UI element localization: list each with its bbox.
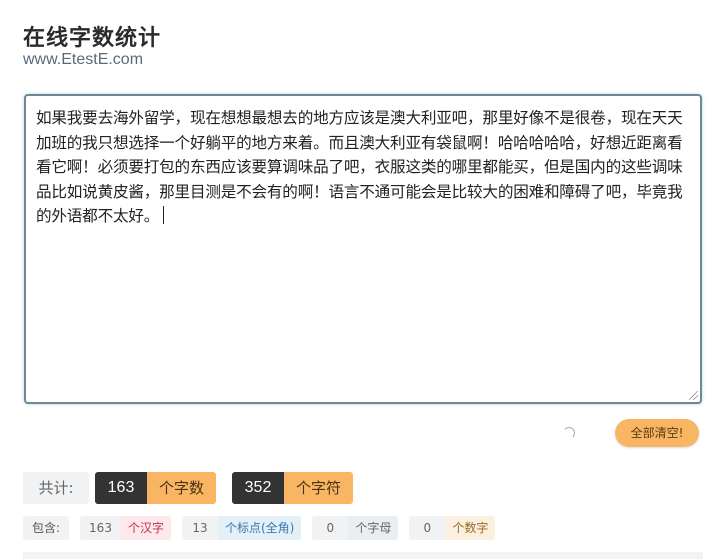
- char-count-stat: 352 个字符: [232, 472, 354, 504]
- punct-count-value: 13: [181, 516, 218, 540]
- loading-spinner-icon: [563, 427, 575, 439]
- text-input-area[interactable]: 如果我要去海外留学，现在想想最想去的地方应该是澳大利亚吧，那里好像不是很卷，现在…: [24, 94, 702, 404]
- detail-row: 包含: 163 个汉字 13 个标点(全角) 0 个字母 0 个数字: [23, 516, 496, 540]
- char-count-value: 352: [232, 472, 285, 504]
- word-count-unit: 个字数: [147, 472, 217, 504]
- clear-all-button[interactable]: 全部清空!: [615, 419, 699, 447]
- han-count-value: 163: [80, 516, 121, 540]
- summary-row: 共计: 163 个字数 352 个字符: [23, 472, 354, 504]
- word-count-stat: 163 个字数: [95, 472, 217, 504]
- editor-text: 如果我要去海外留学，现在想想最想去的地方应该是澳大利亚吧，那里好像不是很卷，现在…: [36, 109, 683, 225]
- detail-label: 包含:: [23, 516, 70, 540]
- digit-count-value: 0: [409, 516, 446, 540]
- total-label: 共计:: [23, 472, 89, 504]
- han-count-label: 个汉字: [120, 516, 171, 540]
- bottom-panel: [23, 552, 703, 559]
- letter-count-label: 个字母: [348, 516, 399, 540]
- letter-count-value: 0: [312, 516, 349, 540]
- letter-count-chip: 0 个字母: [312, 516, 399, 540]
- text-cursor: [163, 206, 165, 224]
- site-url: www.EtestE.com: [23, 51, 144, 68]
- han-count-chip: 163 个汉字: [80, 516, 171, 540]
- digit-count-chip: 0 个数字: [409, 516, 496, 540]
- digit-count-label: 个数字: [445, 516, 496, 540]
- char-count-unit: 个字符: [284, 472, 354, 504]
- punct-count-chip: 13 个标点(全角): [181, 516, 302, 540]
- punct-count-label: 个标点(全角): [217, 516, 302, 540]
- word-count-value: 163: [95, 472, 147, 504]
- resize-handle-icon[interactable]: [689, 391, 698, 400]
- page-title: 在线字数统计: [23, 26, 162, 51]
